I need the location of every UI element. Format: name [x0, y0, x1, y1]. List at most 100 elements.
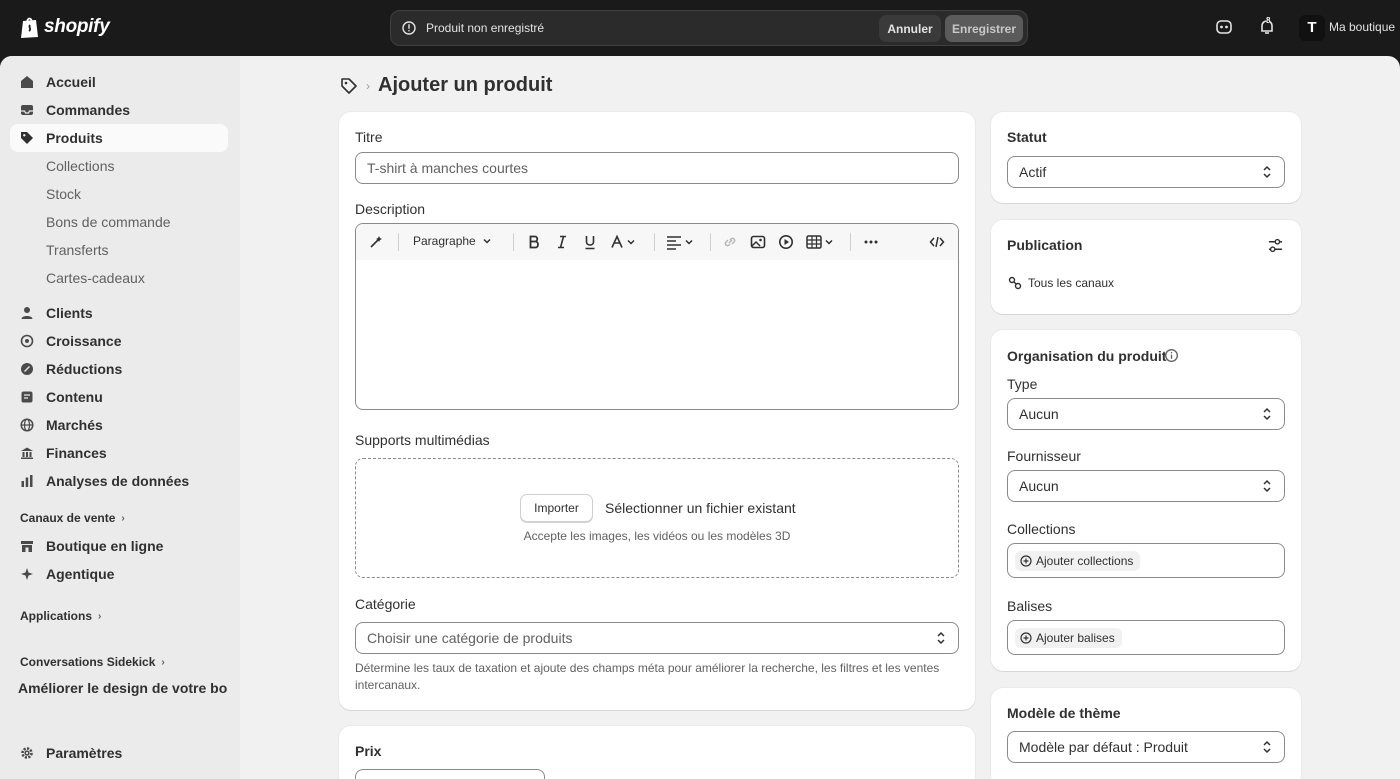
select-arrows-icon — [1263, 165, 1271, 179]
price-label: Prix — [355, 743, 382, 759]
home-icon — [21, 76, 33, 88]
toolbar-divider — [710, 233, 711, 251]
sidebar-item-products[interactable]: Produits — [10, 124, 228, 152]
theme-value: Modèle par défaut : Produit — [1019, 739, 1188, 755]
status-title: Statut — [1007, 129, 1047, 145]
description-editor: Paragraphe — [355, 223, 959, 410]
chevron-right-icon: › — [98, 610, 102, 622]
status-value: Actif — [1019, 164, 1047, 180]
page-title: Ajouter un produit — [378, 74, 553, 96]
add-collections-chip[interactable]: Ajouter collections — [1015, 551, 1141, 571]
theme-template-select[interactable]: Modèle par défaut : Produit — [1007, 731, 1285, 763]
code-icon[interactable] — [929, 234, 945, 250]
tags-label: Balises — [1007, 598, 1053, 614]
sidebar-item-label: Stock — [46, 186, 82, 202]
status-select[interactable]: Actif — [1007, 156, 1285, 188]
sidebar-subitem-stock[interactable]: Stock — [10, 180, 228, 208]
content-icon — [21, 391, 33, 403]
media-hint: Accepte les images, les vidéos ou les mo… — [523, 529, 791, 543]
applications-section[interactable]: Applications › — [20, 609, 101, 623]
page-header: › Ajouter un produit — [340, 74, 552, 97]
sidebar-item-orders[interactable]: Commandes — [10, 96, 228, 124]
globe-icon — [20, 418, 34, 432]
sidebar-item-agentic[interactable]: Agentique — [10, 560, 228, 588]
plus-circle-icon — [1020, 555, 1032, 567]
sidebar-item-label: Produits — [46, 130, 103, 146]
category-placeholder: Choisir une catégorie de produits — [367, 630, 573, 646]
collections-field[interactable]: Ajouter collections — [1007, 543, 1285, 578]
media-dropzone[interactable]: Importer Sélectionner un fichier existan… — [355, 458, 959, 578]
store-avatar[interactable]: T — [1299, 15, 1325, 41]
more-horizontal-icon[interactable] — [863, 234, 879, 250]
editor-toolbar: Paragraphe — [356, 224, 958, 260]
table-icon[interactable] — [806, 234, 836, 250]
sidekick-icon[interactable] — [1215, 18, 1233, 36]
paragraph-label: Paragraphe — [413, 234, 476, 248]
section-title: Conversations Sidekick — [20, 655, 156, 669]
tag-icon[interactable] — [340, 77, 358, 95]
category-select[interactable]: Choisir une catégorie de produits — [355, 622, 959, 654]
sidebar-item-content[interactable]: Contenu — [10, 383, 228, 411]
add-tags-chip[interactable]: Ajouter balises — [1015, 628, 1122, 648]
discount-icon — [21, 363, 33, 375]
price-card: Prix — [339, 726, 975, 779]
sidebar-item-label: Paramètres — [46, 745, 123, 761]
agentic-icon — [21, 568, 33, 580]
price-input[interactable] — [355, 769, 545, 779]
magic-wand-icon[interactable] — [368, 234, 384, 250]
title-input[interactable]: T-shirt à manches courtes — [355, 152, 959, 184]
italic-icon[interactable] — [554, 234, 570, 250]
chevron-right-icon: › — [161, 656, 165, 668]
section-title: Canaux de vente — [20, 511, 116, 525]
description-label: Description — [355, 201, 426, 217]
sidebar: Accueil Commandes Produits Collections S… — [0, 56, 240, 779]
save-button[interactable]: Enregistrer — [945, 15, 1023, 42]
sidebar-item-label: Agentique — [46, 566, 115, 582]
chart-icon — [21, 475, 33, 487]
sidebar-subitem-collections[interactable]: Collections — [10, 152, 228, 180]
underline-icon[interactable] — [582, 234, 598, 250]
bold-icon[interactable] — [526, 234, 542, 250]
tag-icon — [21, 132, 33, 144]
sidebar-item-markets[interactable]: Marchés — [10, 411, 228, 439]
sidebar-item-growth[interactable]: Croissance — [10, 327, 228, 355]
store-name[interactable]: Ma boutique — [1329, 20, 1395, 34]
shopify-logo[interactable]: shopify — [20, 15, 110, 39]
sidebar-subitem-transfers[interactable]: Transferts — [10, 236, 228, 264]
info-icon[interactable] — [1164, 348, 1179, 363]
type-select[interactable]: Aucun — [1007, 398, 1285, 430]
sidebar-item-finances[interactable]: Finances — [10, 439, 228, 467]
select-arrows-icon — [937, 631, 945, 645]
theme-template-card: Modèle de thème Modèle par défaut : Prod… — [991, 688, 1301, 779]
image-icon[interactable] — [750, 234, 766, 250]
tags-field[interactable]: Ajouter balises — [1007, 620, 1285, 655]
sliders-icon[interactable] — [1268, 238, 1283, 253]
collections-label: Collections — [1007, 521, 1076, 537]
sidebar-item-customers[interactable]: Clients — [10, 299, 228, 327]
select-existing-file-link[interactable]: Sélectionner un fichier existant — [605, 500, 796, 516]
title-label: Titre — [355, 129, 383, 145]
link-icon[interactable] — [722, 234, 738, 250]
vendor-select[interactable]: Aucun — [1007, 470, 1285, 502]
sidebar-item-label: Finances — [46, 445, 107, 461]
video-icon[interactable] — [778, 234, 794, 250]
toolbar-divider — [398, 233, 399, 251]
notification-badge: 8 — [1266, 16, 1271, 25]
chevron-down-icon — [483, 238, 491, 244]
sidebar-item-online-store[interactable]: Boutique en ligne — [10, 532, 228, 560]
import-button[interactable]: Importer — [520, 494, 593, 522]
align-icon[interactable] — [666, 234, 696, 250]
sidebar-item-analytics[interactable]: Analyses de données — [10, 467, 228, 495]
sidekick-conversations-section[interactable]: Conversations Sidekick › — [20, 655, 165, 669]
sidebar-item-home[interactable]: Accueil — [10, 68, 228, 96]
sidekick-conversation-item[interactable]: Améliorer le design de votre boutique — [18, 680, 228, 696]
cancel-button[interactable]: Annuler — [879, 15, 941, 42]
sidebar-item-settings[interactable]: Paramètres — [10, 739, 228, 767]
sidebar-subitem-purchase-orders[interactable]: Bons de commande — [10, 208, 228, 236]
text-color-icon[interactable] — [610, 234, 638, 250]
sales-channels-section[interactable]: Canaux de vente › — [20, 511, 125, 525]
sidebar-subitem-gift-cards[interactable]: Cartes-cadeaux — [10, 264, 228, 292]
paragraph-format-dropdown[interactable]: Paragraphe — [413, 234, 492, 248]
sidebar-item-discounts[interactable]: Réductions — [10, 355, 228, 383]
shopify-bag-icon — [21, 17, 38, 38]
